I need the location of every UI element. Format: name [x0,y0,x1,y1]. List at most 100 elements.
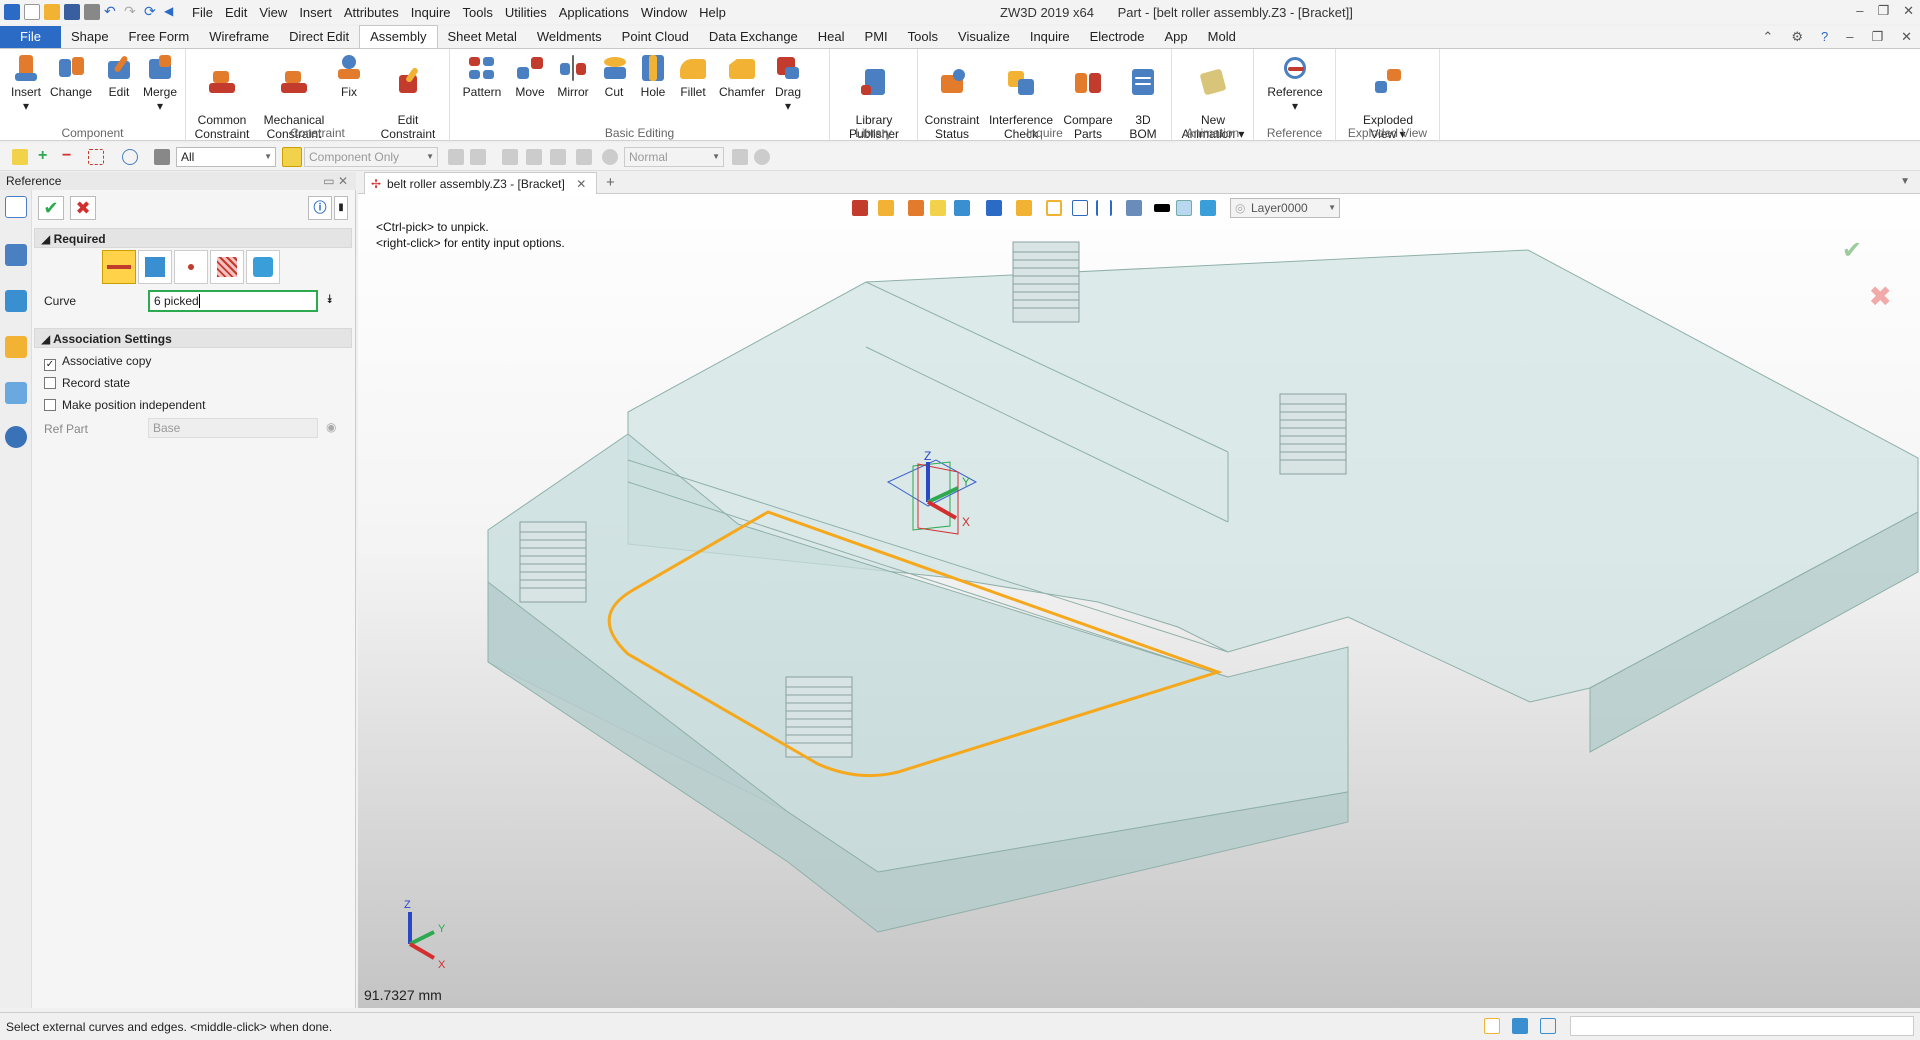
reference-tool-icon[interactable] [5,196,27,218]
reference-button[interactable]: Reference ▾ [1260,53,1330,113]
layer-tool-icon[interactable] [1200,200,1216,216]
record-state-row[interactable]: Record state [44,376,130,390]
collapse-ribbon-icon[interactable]: ⌃ [1762,29,1773,45]
restore-doc-icon[interactable]: ❐ [1871,29,1883,45]
menu-help[interactable]: Help [699,5,726,20]
back-icon[interactable]: ◀ [164,4,180,20]
command-input[interactable] [1570,1016,1914,1036]
required-section-header[interactable]: ◢ Required [34,228,352,248]
history-tree-icon[interactable] [5,244,27,266]
tab-list-icon[interactable]: ▼ [1900,176,1910,187]
fix-button[interactable]: Fix [334,53,364,99]
mesh-filter-button[interactable] [210,250,244,284]
pick-icon[interactable] [12,149,28,165]
associative-copy-checkbox[interactable]: ✓ [44,359,56,371]
assembly-tree-icon[interactable] [5,290,27,312]
change-button[interactable]: Change [50,53,92,99]
view-zoom-icon[interactable] [1046,200,1062,216]
component-scope-icon[interactable] [282,147,302,167]
tab-tools[interactable]: Tools [898,26,948,48]
face-filter-button[interactable] [138,250,172,284]
hexagon-select-icon[interactable] [122,149,138,165]
position-independent-row[interactable]: Make position independent [44,398,205,412]
chamfer-button[interactable]: Chamfer [718,53,766,99]
pin-close-icons[interactable]: ▭ ✕ [323,174,348,188]
curve-filter-button[interactable] [102,250,136,284]
user-icon[interactable] [5,426,27,448]
help-icon[interactable]: ? [1821,29,1828,45]
tab-wireframe[interactable]: Wireframe [199,26,279,48]
hole-button[interactable]: Hole [638,53,668,99]
insert-button[interactable]: Insert ▾ [8,53,44,113]
print-icon[interactable] [84,4,100,20]
tab-data-exchange[interactable]: Data Exchange [699,26,808,48]
close-tab-icon[interactable]: ✕ [576,177,586,191]
filter-combo[interactable]: All ▼ [176,147,276,167]
threaded-hole-top[interactable] [1012,241,1080,323]
associative-copy-row[interactable]: ✓ Associative copy [44,354,151,371]
tab-direct-edit[interactable]: Direct Edit [279,26,359,48]
select-box-icon[interactable] [88,149,104,165]
view-tool-icon-2[interactable] [908,200,924,216]
more-icon[interactable]: ▮ [334,196,348,220]
point-filter-button[interactable] [174,250,208,284]
menu-applications[interactable]: Applications [559,5,629,20]
menu-view[interactable]: View [259,5,287,20]
menu-window[interactable]: Window [641,5,687,20]
mirror-button[interactable]: Mirror [554,53,592,99]
threaded-hole-right[interactable] [1279,393,1347,475]
close-icon[interactable]: ✕ [1903,3,1914,19]
tab-shape[interactable]: Shape [61,26,119,48]
record-state-checkbox[interactable] [44,377,56,389]
view-fit-icon[interactable] [1072,200,1088,216]
edit-component-button[interactable]: Edit [102,53,136,99]
tab-inquire[interactable]: Inquire [1020,26,1080,48]
pattern-button[interactable]: Pattern [462,53,502,99]
merge-button[interactable]: Merge ▾ [140,53,180,113]
cancel-button[interactable]: ✖ [70,196,96,220]
new-file-icon[interactable] [24,4,40,20]
association-settings-header[interactable]: ◢ Association Settings [34,328,352,348]
tab-file[interactable]: File [0,26,61,48]
tab-electrode[interactable]: Electrode [1080,26,1155,48]
refresh-icon[interactable]: ⟳ [144,4,160,20]
shape-filter-button[interactable] [246,250,280,284]
view-tool-icon-1[interactable] [878,200,894,216]
position-independent-checkbox[interactable] [44,399,56,411]
ok-button[interactable]: ✔ [38,196,64,220]
threaded-hole-bottom[interactable] [785,676,853,758]
add-icon[interactable]: + [38,148,54,165]
settings-icon[interactable]: ⚙ [1791,29,1803,45]
tab-sheet-metal[interactable]: Sheet Metal [438,26,527,48]
menu-file[interactable]: File [192,5,213,20]
line-color-icon[interactable] [1154,204,1170,212]
view-tool-icon-3[interactable] [930,200,946,216]
redo-icon[interactable]: ↷ [124,4,140,20]
tab-visualize[interactable]: Visualize [948,26,1020,48]
menu-insert[interactable]: Insert [299,5,332,20]
expand-options-icon[interactable]: ⯯ [326,292,333,307]
fillet-button[interactable]: Fillet [676,53,710,99]
menu-utilities[interactable]: Utilities [505,5,547,20]
menu-edit[interactable]: Edit [225,5,247,20]
tab-pmi[interactable]: PMI [855,26,898,48]
remove-icon[interactable]: − [62,148,78,165]
cut-button[interactable]: Cut [600,53,628,99]
open-file-icon[interactable] [44,4,60,20]
new-tab-icon[interactable]: + [606,174,615,191]
exit-icon[interactable] [852,200,868,216]
tab-free-form[interactable]: Free Form [119,26,200,48]
status-icon-3[interactable] [1540,1018,1556,1034]
visual-styles-icon[interactable] [5,382,27,404]
info-icon[interactable]: ⓘ [308,196,332,220]
render-combo[interactable]: Normal ▼ [624,147,724,167]
undo-icon[interactable]: ↶ [104,4,120,20]
3d-viewport[interactable]: Z Y X Z Y X <Ctrl-pick> to unpick. <righ… [358,172,1920,1008]
filter-icon[interactable] [154,149,170,165]
status-icon-1[interactable] [1484,1018,1500,1034]
view-section-icon[interactable] [1096,200,1112,216]
menu-attributes[interactable]: Attributes [344,5,399,20]
tab-heal[interactable]: Heal [808,26,855,48]
view-display-icon[interactable] [1016,200,1032,216]
tab-point-cloud[interactable]: Point Cloud [612,26,699,48]
